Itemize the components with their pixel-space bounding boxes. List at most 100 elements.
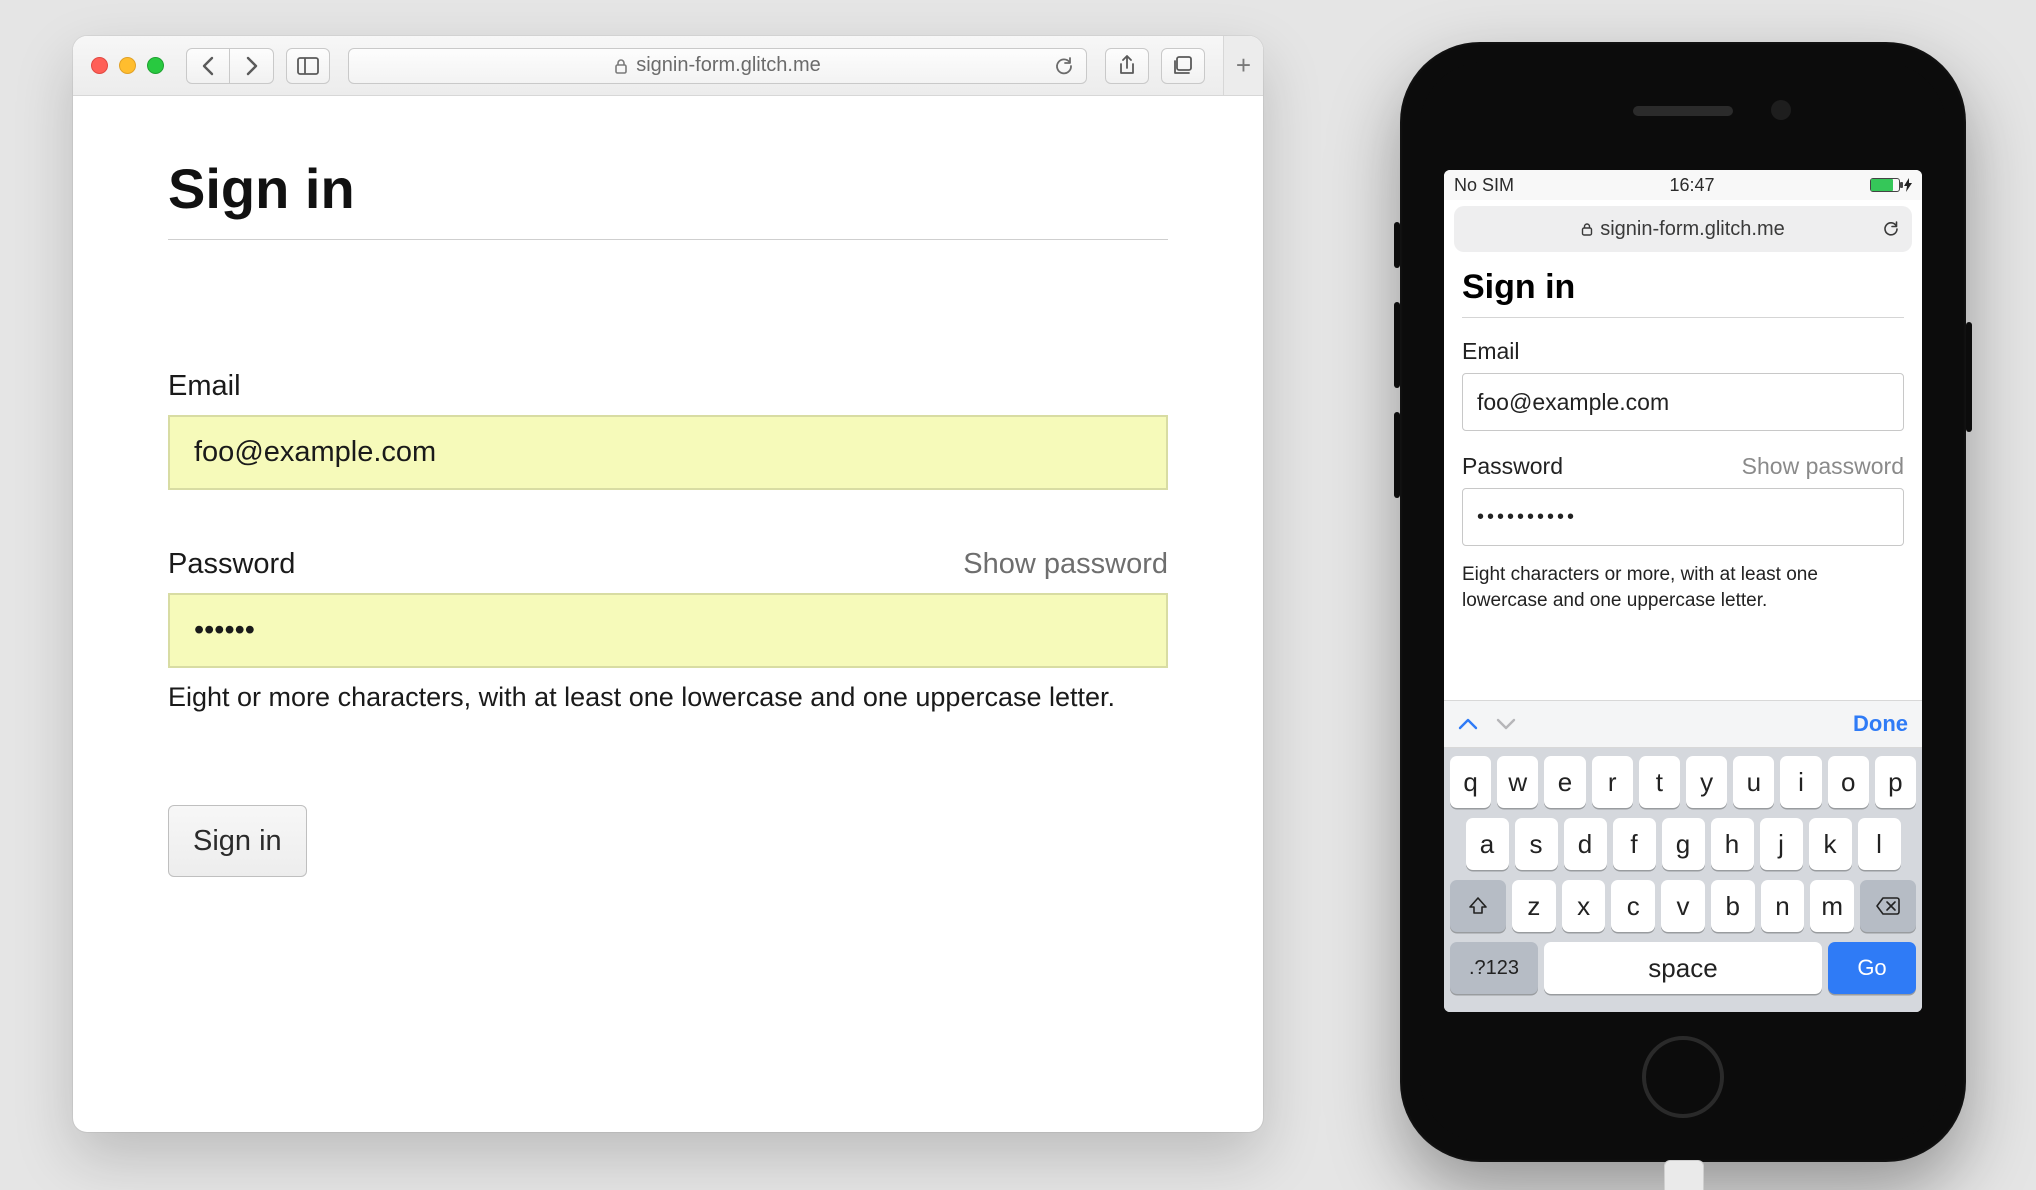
backspace-key[interactable] bbox=[1860, 880, 1916, 932]
sidebar-icon bbox=[297, 57, 319, 75]
home-button[interactable] bbox=[1642, 1036, 1724, 1118]
show-password-toggle[interactable]: Show password bbox=[963, 548, 1168, 581]
backspace-icon bbox=[1875, 896, 1901, 916]
key-l[interactable]: l bbox=[1858, 818, 1901, 870]
speaker-grille bbox=[1633, 106, 1733, 116]
chevron-right-icon bbox=[245, 56, 259, 76]
key-f[interactable]: f bbox=[1613, 818, 1656, 870]
next-field-button[interactable] bbox=[1496, 717, 1516, 731]
key-i[interactable]: i bbox=[1780, 756, 1821, 808]
numbers-key[interactable]: .?123 bbox=[1450, 942, 1538, 994]
carrier-text: No SIM bbox=[1454, 175, 1514, 196]
zoom-window-button[interactable] bbox=[147, 57, 164, 74]
mobile-page-title: Sign in bbox=[1462, 268, 1904, 318]
key-a[interactable]: a bbox=[1466, 818, 1509, 870]
browser-toolbar: signin-form.glitch.me + bbox=[73, 36, 1263, 96]
go-key[interactable]: Go bbox=[1828, 942, 1916, 994]
mute-switch bbox=[1394, 222, 1400, 268]
url-text: signin-form.glitch.me bbox=[636, 54, 821, 77]
mobile-password-input[interactable] bbox=[1462, 488, 1904, 546]
key-m[interactable]: m bbox=[1810, 880, 1854, 932]
new-tab-button[interactable]: + bbox=[1223, 36, 1263, 95]
key-z[interactable]: z bbox=[1512, 880, 1556, 932]
keyboard-row-2: asdfghjkl bbox=[1450, 818, 1916, 870]
key-x[interactable]: x bbox=[1562, 880, 1606, 932]
mobile-email-label: Email bbox=[1462, 338, 1520, 365]
volume-down-button bbox=[1394, 412, 1400, 498]
key-k[interactable]: k bbox=[1809, 818, 1852, 870]
back-button[interactable] bbox=[186, 48, 230, 84]
mobile-address-bar[interactable]: signin-form.glitch.me bbox=[1454, 206, 1912, 252]
password-label: Password bbox=[168, 548, 295, 581]
charging-icon bbox=[1904, 178, 1912, 192]
power-button bbox=[1966, 322, 1972, 432]
mobile-reload-button[interactable] bbox=[1882, 220, 1900, 238]
chevron-up-icon bbox=[1458, 717, 1478, 731]
keyboard-row-3: zxcvbnm bbox=[1450, 880, 1916, 932]
space-key[interactable]: space bbox=[1544, 942, 1822, 994]
key-n[interactable]: n bbox=[1761, 880, 1805, 932]
lock-icon bbox=[1581, 222, 1593, 236]
mobile-email-input[interactable] bbox=[1462, 373, 1904, 431]
safari-window: signin-form.glitch.me + Sign in Email Pa… bbox=[73, 36, 1263, 1132]
chevron-down-icon bbox=[1496, 717, 1516, 731]
tabs-button[interactable] bbox=[1161, 48, 1205, 84]
battery-indicator bbox=[1870, 178, 1912, 192]
tabs-icon bbox=[1172, 56, 1194, 76]
front-camera bbox=[1771, 100, 1791, 120]
key-u[interactable]: u bbox=[1733, 756, 1774, 808]
clock-text: 16:47 bbox=[1669, 175, 1714, 196]
lock-icon bbox=[614, 58, 628, 74]
key-o[interactable]: o bbox=[1828, 756, 1869, 808]
mobile-password-label: Password bbox=[1462, 453, 1563, 480]
key-t[interactable]: t bbox=[1639, 756, 1680, 808]
share-button[interactable] bbox=[1105, 48, 1149, 84]
mobile-password-hint: Eight characters or more, with at least … bbox=[1462, 562, 1904, 613]
shift-icon bbox=[1467, 895, 1489, 917]
key-w[interactable]: w bbox=[1497, 756, 1538, 808]
email-field-group: Email bbox=[168, 370, 1168, 490]
key-c[interactable]: c bbox=[1611, 880, 1655, 932]
keyboard-row-4: .?123 space Go bbox=[1450, 942, 1916, 994]
key-v[interactable]: v bbox=[1661, 880, 1705, 932]
reload-icon bbox=[1054, 56, 1074, 76]
page-title: Sign in bbox=[168, 156, 1168, 240]
key-e[interactable]: e bbox=[1544, 756, 1585, 808]
minimize-window-button[interactable] bbox=[119, 57, 136, 74]
sidebar-button[interactable] bbox=[286, 48, 330, 84]
iphone-device: No SIM 16:47 signin-form.glitch.me Sign … bbox=[1400, 42, 1966, 1162]
password-field-group: Password Show password Eight or more cha… bbox=[168, 548, 1168, 713]
keyboard-accessory-bar: Done bbox=[1444, 700, 1922, 748]
mobile-page-content: Sign in Email Password Show password Eig… bbox=[1444, 258, 1922, 700]
page-content: Sign in Email Password Show password Eig… bbox=[73, 96, 1263, 937]
key-d[interactable]: d bbox=[1564, 818, 1607, 870]
forward-button[interactable] bbox=[230, 48, 274, 84]
email-input[interactable] bbox=[168, 415, 1168, 490]
prev-field-button[interactable] bbox=[1458, 717, 1478, 731]
charging-cable bbox=[1664, 1160, 1704, 1190]
address-bar[interactable]: signin-form.glitch.me bbox=[348, 48, 1087, 84]
keyboard-row-1: qwertyuiop bbox=[1450, 756, 1916, 808]
chevron-left-icon bbox=[201, 56, 215, 76]
phone-screen: No SIM 16:47 signin-form.glitch.me Sign … bbox=[1444, 170, 1922, 1012]
key-p[interactable]: p bbox=[1875, 756, 1916, 808]
key-b[interactable]: b bbox=[1711, 880, 1755, 932]
close-window-button[interactable] bbox=[91, 57, 108, 74]
email-label: Email bbox=[168, 370, 241, 403]
key-r[interactable]: r bbox=[1592, 756, 1633, 808]
plus-icon: + bbox=[1236, 50, 1251, 81]
key-h[interactable]: h bbox=[1711, 818, 1754, 870]
key-y[interactable]: y bbox=[1686, 756, 1727, 808]
key-j[interactable]: j bbox=[1760, 818, 1803, 870]
shift-key[interactable] bbox=[1450, 880, 1506, 932]
sign-in-button[interactable]: Sign in bbox=[168, 805, 307, 877]
reload-button[interactable] bbox=[1054, 56, 1074, 76]
window-controls bbox=[91, 57, 164, 74]
mobile-show-password-toggle[interactable]: Show password bbox=[1742, 453, 1904, 480]
key-q[interactable]: q bbox=[1450, 756, 1491, 808]
key-g[interactable]: g bbox=[1662, 818, 1705, 870]
on-screen-keyboard: qwertyuiop asdfghjkl zxcvbnm .?123 space… bbox=[1444, 748, 1922, 1012]
keyboard-done-button[interactable]: Done bbox=[1853, 711, 1908, 737]
password-input[interactable] bbox=[168, 593, 1168, 668]
key-s[interactable]: s bbox=[1515, 818, 1558, 870]
